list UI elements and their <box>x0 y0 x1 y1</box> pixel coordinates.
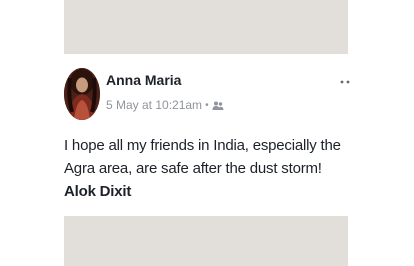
page: Anna Maria 5 May at 10:21am • I hope all… <box>0 0 414 266</box>
author-name[interactable]: Anna Maria <box>106 72 181 88</box>
bottom-gray-placeholder <box>64 216 348 266</box>
friends-icon[interactable] <box>212 100 224 110</box>
avatar-image <box>64 68 100 120</box>
post-meta: 5 May at 10:21am • <box>106 98 224 112</box>
post-body: I hope all my friends in India, especial… <box>64 137 341 177</box>
more-options-icon[interactable] <box>340 72 350 84</box>
mention-link[interactable]: Alok Dixit <box>64 183 131 200</box>
post-text: I hope all my friends in India, especial… <box>64 134 354 203</box>
post-timestamp[interactable]: 5 May at 10:21am <box>106 98 202 112</box>
meta-separator: • <box>205 99 209 111</box>
top-gray-placeholder <box>64 0 348 54</box>
avatar[interactable] <box>64 68 100 120</box>
